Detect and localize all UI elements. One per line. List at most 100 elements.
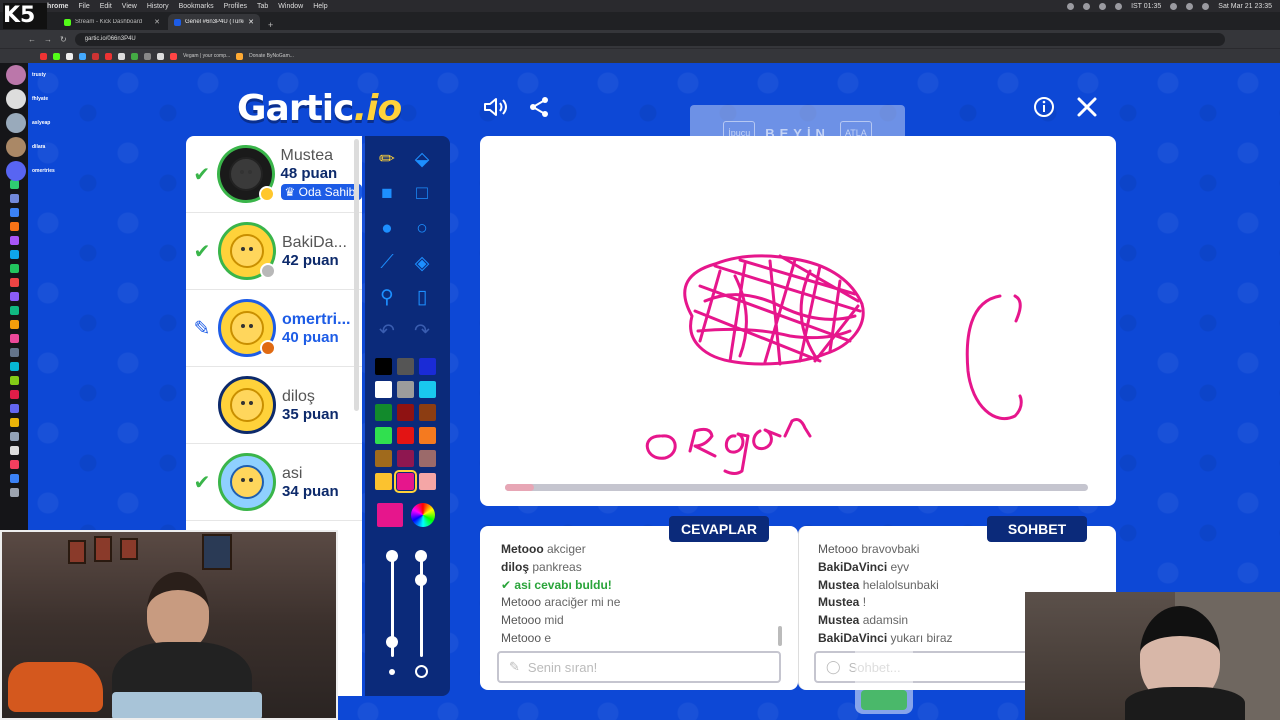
player-row[interactable]: ✔ Mustea 48 puan ♛ Oda Sahibi — [186, 136, 362, 213]
bookmark-vegam[interactable]: Vegam | your comp... — [183, 53, 230, 59]
sound-icon[interactable] — [483, 96, 509, 124]
bookmark-icon[interactable] — [157, 52, 164, 60]
app-icon[interactable] — [9, 390, 19, 399]
color-swatch[interactable] — [419, 450, 436, 467]
bookmark-icon[interactable] — [170, 52, 177, 60]
opacity-slider[interactable] — [420, 552, 423, 657]
bookmark-icon[interactable] — [92, 52, 99, 60]
color-swatch[interactable] — [397, 427, 414, 444]
color-swatch[interactable] — [397, 450, 414, 467]
color-swatch[interactable] — [375, 450, 392, 467]
app-icon[interactable] — [9, 222, 19, 231]
eraser-tool-icon[interactable]: ⬙ — [409, 146, 435, 172]
color-swatch[interactable] — [375, 404, 392, 421]
app-icon[interactable] — [9, 320, 19, 329]
bookmark-icon[interactable] — [40, 52, 47, 60]
url-field[interactable]: gartic.io/066n3P4U — [74, 32, 1225, 46]
slider-knob[interactable] — [415, 574, 427, 586]
bookmark-icon[interactable] — [118, 52, 125, 60]
menu-window[interactable]: Window — [278, 3, 303, 10]
app-icon[interactable] — [9, 194, 19, 203]
control-center-icon[interactable] — [1202, 2, 1210, 10]
menu-history[interactable]: History — [147, 3, 169, 10]
app-icon[interactable] — [9, 460, 19, 469]
new-page-icon[interactable]: ▯ — [409, 284, 435, 310]
close-icon[interactable]: ✕ — [248, 18, 254, 26]
app-icon[interactable] — [9, 250, 19, 259]
new-tab-icon[interactable]: + — [262, 20, 279, 30]
pencil-tool-icon[interactable]: ✏ — [374, 146, 400, 172]
chat-input[interactable]: ◯ Sohbet... — [814, 651, 1036, 683]
app-icon[interactable] — [9, 278, 19, 287]
color-swatch[interactable] — [419, 358, 436, 375]
filled-rect-tool-icon[interactable]: ■ — [374, 181, 400, 207]
app-icon[interactable] — [9, 488, 19, 497]
eyedropper-icon[interactable]: ⚲ — [374, 284, 400, 310]
player-row[interactable]: ✔ BakiDa... 42 puan — [186, 213, 362, 290]
drawing-canvas[interactable] — [480, 136, 1116, 506]
app-icon[interactable] — [9, 474, 19, 483]
bookmark-icon[interactable] — [236, 52, 244, 60]
info-icon[interactable] — [1033, 96, 1055, 124]
circle-tool-icon[interactable]: ○ — [409, 216, 435, 242]
player-row[interactable]: diloş 35 puan — [186, 367, 362, 444]
color-swatch[interactable] — [419, 404, 436, 421]
color-swatch[interactable] — [394, 470, 417, 493]
color-swatch[interactable] — [375, 358, 392, 375]
slider-knob[interactable] — [386, 550, 398, 562]
color-swatch[interactable] — [375, 473, 392, 490]
status-icon[interactable] — [1083, 2, 1091, 10]
app-icon[interactable] — [9, 236, 19, 245]
color-swatch[interactable] — [397, 404, 414, 421]
bookmark-icon[interactable] — [105, 52, 112, 60]
menu-file[interactable]: File — [78, 3, 89, 10]
color-swatch[interactable] — [419, 427, 436, 444]
menu-bookmarks[interactable]: Bookmarks — [179, 3, 214, 10]
clock[interactable]: Sat Mar 21 23:35 — [1218, 3, 1272, 10]
menu-profiles[interactable]: Profiles — [224, 3, 247, 10]
answer-input[interactable]: ✎ Senin sıran! — [497, 651, 781, 683]
app-icon[interactable] — [9, 348, 19, 357]
share-icon[interactable] — [528, 96, 550, 124]
status-icon[interactable] — [1115, 2, 1123, 10]
app-icon[interactable] — [9, 432, 19, 441]
current-color[interactable] — [377, 503, 403, 527]
app-icon[interactable] — [9, 292, 19, 301]
reload-icon[interactable]: ↻ — [60, 35, 67, 44]
slider-knob[interactable] — [415, 550, 427, 562]
color-swatch[interactable] — [419, 381, 436, 398]
app-icon[interactable] — [9, 306, 19, 315]
search-icon[interactable] — [1186, 2, 1194, 10]
line-tool-icon[interactable]: ⟋ — [374, 250, 400, 276]
app-icon[interactable] — [9, 264, 19, 273]
menu-tab[interactable]: Tab — [257, 3, 268, 10]
wifi-icon[interactable] — [1170, 2, 1178, 10]
menu-view[interactable]: View — [122, 3, 137, 10]
bookmark-donate[interactable]: Donate ByNoGam... — [249, 53, 294, 59]
app-icon[interactable] — [9, 362, 19, 371]
fill-bucket-icon[interactable]: ◈ — [409, 250, 435, 276]
tab-kick-dashboard[interactable]: Stream - Kick Dashboard ✕ — [58, 14, 166, 30]
menu-edit[interactable]: Edit — [100, 3, 112, 10]
status-icon[interactable] — [1099, 2, 1107, 10]
close-icon[interactable]: ✕ — [154, 18, 160, 26]
bookmark-icon[interactable] — [131, 52, 138, 60]
status-icon[interactable] — [1067, 2, 1075, 10]
redo-icon[interactable]: ↷ — [409, 318, 435, 344]
color-wheel-icon[interactable] — [411, 503, 435, 527]
player-row[interactable]: ✔ asi 34 puan — [186, 444, 362, 521]
app-icon[interactable] — [9, 376, 19, 385]
color-swatch[interactable] — [397, 358, 414, 375]
filled-circle-tool-icon[interactable]: ● — [374, 216, 400, 242]
close-icon[interactable] — [1076, 96, 1098, 124]
color-swatch[interactable] — [375, 427, 392, 444]
back-icon[interactable]: ← — [28, 35, 36, 44]
app-icon[interactable] — [9, 418, 19, 427]
app-icon[interactable] — [9, 208, 19, 217]
bookmark-icon[interactable] — [144, 52, 151, 60]
bookmark-icon[interactable] — [53, 52, 60, 60]
tab-gartic[interactable]: Genel #6n3P4U (Türkçe) - G ✕ — [168, 14, 260, 30]
color-swatch[interactable] — [375, 381, 392, 398]
bookmark-icon[interactable] — [79, 52, 86, 60]
forward-icon[interactable]: → — [44, 35, 52, 44]
